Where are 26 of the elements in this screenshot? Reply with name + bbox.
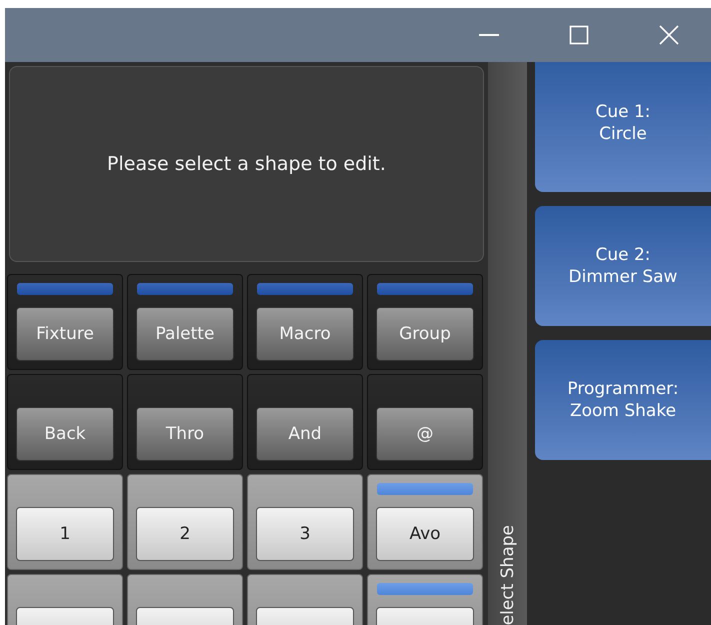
key-button[interactable]: Back [16, 407, 114, 461]
playback-name: Dimmer Saw [568, 266, 678, 288]
side-tab[interactable]: elect Shape [488, 62, 527, 625]
key-button[interactable]: @ [376, 407, 474, 461]
playback-button[interactable]: Cue 1: Circle [535, 62, 711, 192]
minimize-icon [479, 34, 499, 36]
close-icon [659, 25, 679, 45]
playback-title: Cue 1: [595, 100, 651, 123]
playback-title: Programmer: [567, 378, 679, 400]
key-button[interactable]: 1 [16, 507, 114, 561]
playback-name: Zoom Shake [570, 400, 676, 422]
key-button[interactable]: 3 [256, 507, 354, 561]
playback-title: Cue 2: [595, 244, 651, 266]
key-button[interactable]: Group [376, 307, 474, 361]
playback-button[interactable]: Cue 2: Dimmer Saw [535, 206, 711, 326]
maximize-icon [569, 25, 589, 45]
key-button[interactable]: And [256, 407, 354, 461]
playback-name: Circle [599, 123, 647, 146]
key-button[interactable]: Thro [136, 407, 234, 461]
key-button[interactable]: Macro [256, 307, 354, 361]
key-button[interactable]: 2 [136, 507, 234, 561]
playback-button[interactable]: Programmer: Zoom Shake [535, 340, 711, 460]
key-button[interactable]: Fixture [16, 307, 114, 361]
message-text: Please select a shape to edit. [107, 153, 386, 175]
key-button[interactable]: Avo [376, 507, 474, 561]
key-button[interactable]: Palette [136, 307, 234, 361]
